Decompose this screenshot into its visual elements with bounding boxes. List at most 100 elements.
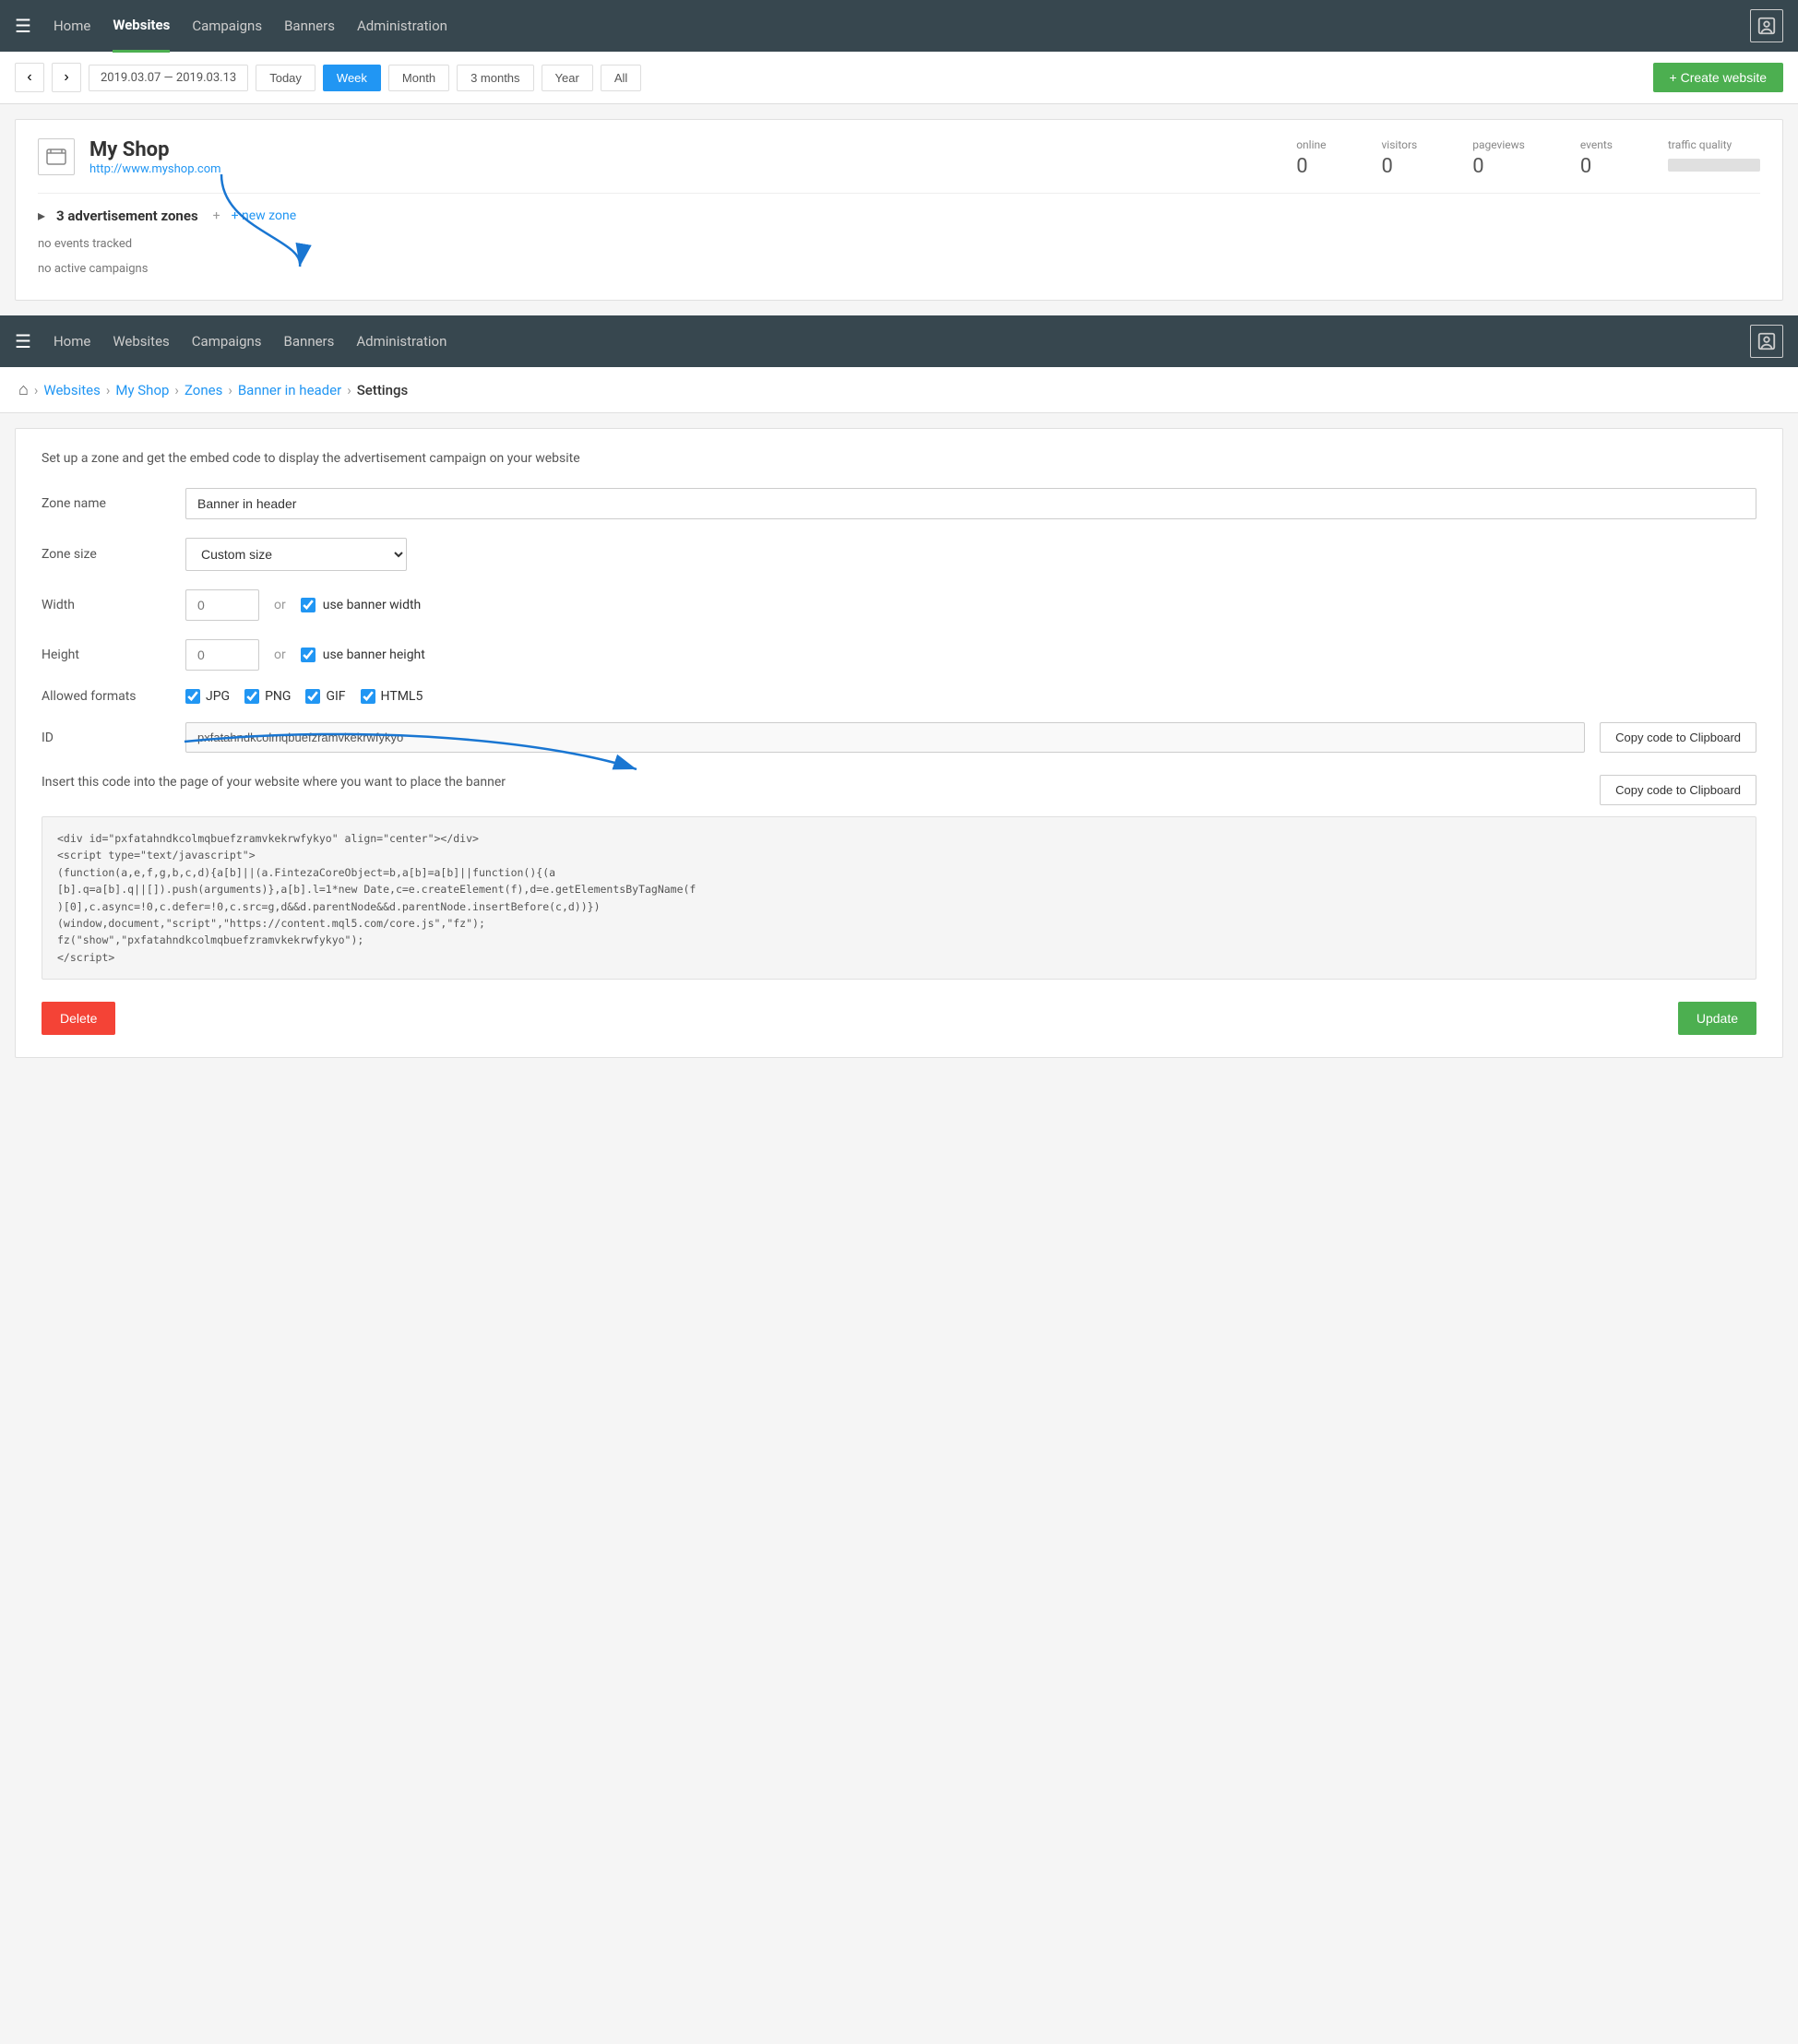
toolbar: ‹ › 2019.03.07 — 2019.03.13 Today Week M… xyxy=(0,52,1798,104)
sep-4: › xyxy=(228,382,232,398)
new-zone-link[interactable]: + new zone xyxy=(232,208,297,223)
nav2-home[interactable]: Home xyxy=(54,316,90,366)
id-label: ID xyxy=(42,731,171,745)
year-btn[interactable]: Year xyxy=(542,65,593,91)
all-btn[interactable]: All xyxy=(601,65,641,91)
nav1-home[interactable]: Home xyxy=(54,1,90,51)
copy-code-btn-2[interactable]: Copy code to Clipboard xyxy=(1600,775,1756,805)
pageviews-value: 0 xyxy=(1472,155,1525,178)
site-icon xyxy=(38,138,75,175)
embed-code: <div id="pxfatahndkcolmqbuefzramvkekrwfy… xyxy=(42,816,1756,980)
form-section: Set up a zone and get the embed code to … xyxy=(15,428,1783,1058)
breadcrumb-settings: Settings xyxy=(357,382,409,398)
home-icon[interactable]: ⌂ xyxy=(18,380,29,399)
today-btn[interactable]: Today xyxy=(256,65,316,91)
three-months-btn[interactable]: 3 months xyxy=(457,65,533,91)
events-label: events xyxy=(1580,138,1613,151)
id-input[interactable] xyxy=(185,722,1585,753)
site-url[interactable]: http://www.myshop.com xyxy=(89,162,221,176)
sep-5: › xyxy=(347,382,351,398)
sep-3: › xyxy=(174,382,179,398)
format-png-checkbox[interactable] xyxy=(244,689,259,704)
format-jpg-checkbox[interactable] xyxy=(185,689,200,704)
use-banner-width-label: use banner width xyxy=(323,598,422,612)
formats-label: Allowed formats xyxy=(42,689,171,704)
site-name: My Shop xyxy=(89,138,221,161)
height-input[interactable] xyxy=(185,639,259,671)
use-banner-height-group: use banner height xyxy=(301,648,425,662)
traffic-quality-bar xyxy=(1668,159,1760,172)
no-campaigns-row: no active campaigns xyxy=(38,256,1760,281)
embed-description: Insert this code into the page of your w… xyxy=(42,775,506,790)
width-or: or xyxy=(274,598,286,612)
zone-size-select[interactable]: Custom size xyxy=(185,538,407,571)
navbar-2: ☰ Home Websites Campaigns Banners Admini… xyxy=(0,315,1798,367)
create-website-btn[interactable]: + Create website xyxy=(1653,63,1783,92)
visitors-value: 0 xyxy=(1381,155,1417,178)
nav1-administration[interactable]: Administration xyxy=(357,1,447,51)
user-icon-2[interactable] xyxy=(1750,325,1783,358)
format-gif-label: GIF xyxy=(326,689,345,704)
use-banner-height-checkbox[interactable] xyxy=(301,648,316,662)
nav1-campaigns[interactable]: Campaigns xyxy=(192,1,262,51)
nav1-websites[interactable]: Websites xyxy=(113,0,170,53)
no-events-row: no events tracked xyxy=(38,232,1760,256)
month-btn[interactable]: Month xyxy=(388,65,449,91)
embed-section: Insert this code into the page of your w… xyxy=(42,775,1756,980)
breadcrumb-websites[interactable]: Websites xyxy=(43,382,100,398)
use-banner-height-label: use banner height xyxy=(323,648,425,662)
website-card: My Shop http://www.myshop.com online 0 v… xyxy=(15,119,1783,301)
nav2-campaigns[interactable]: Campaigns xyxy=(192,316,262,366)
zones-label: 3 advertisement zones xyxy=(56,208,198,224)
menu-icon-2[interactable]: ☰ xyxy=(15,330,31,352)
format-gif-checkbox[interactable] xyxy=(305,689,320,704)
visitors-label: visitors xyxy=(1381,138,1417,151)
navbar-1: ☰ Home Websites Campaigns Banners Admini… xyxy=(0,0,1798,52)
format-png-label: PNG xyxy=(265,689,291,704)
format-html5-label: HTML5 xyxy=(381,689,423,704)
online-label: online xyxy=(1296,138,1326,151)
height-label: Height xyxy=(42,648,171,662)
format-html5-checkbox[interactable] xyxy=(361,689,375,704)
breadcrumb-banner[interactable]: Banner in header xyxy=(238,382,341,398)
menu-icon-1[interactable]: ☰ xyxy=(15,15,31,37)
zones-toggle[interactable]: ▸ xyxy=(38,207,45,224)
zone-size-label: Zone size xyxy=(42,547,171,562)
form-actions: Delete Update xyxy=(42,1002,1756,1035)
nav2-banners[interactable]: Banners xyxy=(284,316,335,366)
width-row: Width or use banner width xyxy=(42,589,1756,621)
form-description: Set up a zone and get the embed code to … xyxy=(42,451,1756,466)
sep-1: › xyxy=(34,382,39,398)
use-banner-width-checkbox[interactable] xyxy=(301,598,316,612)
nav2-websites[interactable]: Websites xyxy=(113,316,169,366)
next-btn[interactable]: › xyxy=(52,63,81,92)
nav1-banners[interactable]: Banners xyxy=(284,1,335,51)
height-row: Height or use banner height xyxy=(42,639,1756,671)
user-icon-1[interactable] xyxy=(1750,9,1783,42)
copy-code-btn-1[interactable]: Copy code to Clipboard xyxy=(1600,722,1756,753)
week-btn[interactable]: Week xyxy=(323,65,381,91)
breadcrumb: ⌂ › Websites › My Shop › Zones › Banner … xyxy=(0,367,1798,413)
formats-row: Allowed formats JPG PNG GIF HTML5 xyxy=(42,689,1756,704)
zone-name-input[interactable] xyxy=(185,488,1756,519)
delete-btn[interactable]: Delete xyxy=(42,1002,115,1035)
formats-group: JPG PNG GIF HTML5 xyxy=(185,689,423,704)
height-or: or xyxy=(274,648,286,662)
zone-name-label: Zone name xyxy=(42,496,171,511)
breadcrumb-shop[interactable]: My Shop xyxy=(115,382,169,398)
zone-name-row: Zone name xyxy=(42,488,1756,519)
traffic-quality-label: traffic quality xyxy=(1668,138,1760,151)
nav2-administration[interactable]: Administration xyxy=(356,316,447,366)
breadcrumb-zones[interactable]: Zones xyxy=(185,382,222,398)
id-row: ID Copy code to Clipboard xyxy=(42,722,1756,753)
online-value: 0 xyxy=(1296,155,1326,178)
date-range: 2019.03.07 — 2019.03.13 xyxy=(89,65,248,91)
width-input[interactable] xyxy=(185,589,259,621)
update-btn[interactable]: Update xyxy=(1678,1002,1756,1035)
pageviews-label: pageviews xyxy=(1472,138,1525,151)
use-banner-width-group: use banner width xyxy=(301,598,422,612)
events-value: 0 xyxy=(1580,155,1613,178)
sep-2: › xyxy=(106,382,111,398)
prev-btn[interactable]: ‹ xyxy=(15,63,44,92)
zone-size-row: Zone size Custom size xyxy=(42,538,1756,571)
